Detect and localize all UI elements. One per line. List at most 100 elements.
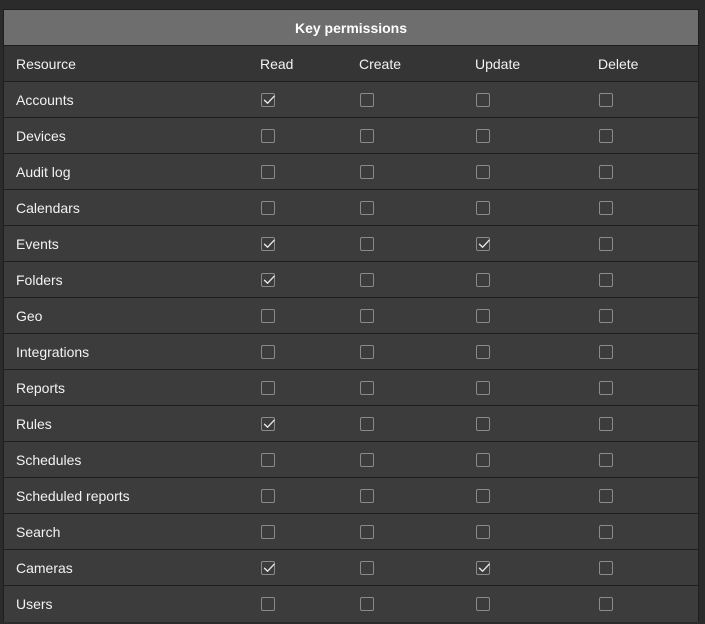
create-checkbox[interactable]: [360, 344, 374, 359]
update-checkbox-cell: [476, 334, 490, 369]
permissions-panel: Key permissions Resource Read Create Upd…: [3, 9, 699, 622]
update-checkbox-cell: [476, 262, 490, 297]
create-checkbox[interactable]: [360, 200, 374, 215]
read-checkbox[interactable]: [261, 380, 275, 395]
delete-checkbox-cell: [599, 586, 613, 622]
delete-checkbox[interactable]: [599, 200, 613, 215]
update-checkbox[interactable]: [476, 128, 490, 143]
resource-label: Calendars: [16, 199, 80, 216]
read-checkbox-cell: [261, 478, 275, 513]
delete-checkbox[interactable]: [599, 488, 613, 503]
update-checkbox[interactable]: [476, 524, 490, 539]
create-checkbox[interactable]: [360, 164, 374, 179]
create-checkbox-cell: [360, 550, 374, 585]
table-row: Geo: [4, 298, 698, 334]
delete-checkbox-cell: [599, 478, 613, 513]
update-checkbox[interactable]: [476, 92, 490, 107]
create-checkbox[interactable]: [360, 524, 374, 539]
column-header-resource: Resource: [16, 55, 76, 72]
read-checkbox[interactable]: [261, 200, 275, 215]
read-checkbox[interactable]: [261, 344, 275, 359]
check-icon: [263, 419, 275, 428]
update-checkbox[interactable]: [476, 452, 490, 467]
update-checkbox-cell: [476, 478, 490, 513]
read-checkbox[interactable]: [261, 308, 275, 323]
delete-checkbox-cell: [599, 406, 613, 441]
read-checkbox[interactable]: [261, 236, 275, 251]
read-checkbox[interactable]: [261, 128, 275, 143]
resource-label: Accounts: [16, 91, 74, 108]
check-icon: [263, 95, 275, 104]
table-row: Schedules: [4, 442, 698, 478]
create-checkbox[interactable]: [360, 236, 374, 251]
read-checkbox-cell: [261, 118, 275, 153]
delete-checkbox[interactable]: [599, 560, 613, 575]
update-checkbox[interactable]: [476, 416, 490, 431]
delete-checkbox[interactable]: [599, 308, 613, 323]
delete-checkbox-cell: [599, 262, 613, 297]
create-checkbox-cell: [360, 118, 374, 153]
delete-checkbox[interactable]: [599, 128, 613, 143]
create-checkbox[interactable]: [360, 560, 374, 575]
read-checkbox[interactable]: [261, 416, 275, 431]
delete-checkbox[interactable]: [599, 344, 613, 359]
create-checkbox[interactable]: [360, 488, 374, 503]
read-checkbox-cell: [261, 154, 275, 189]
read-checkbox[interactable]: [261, 488, 275, 503]
table-row: Audit log: [4, 154, 698, 190]
read-checkbox[interactable]: [261, 164, 275, 179]
create-checkbox[interactable]: [360, 452, 374, 467]
read-checkbox[interactable]: [261, 92, 275, 107]
update-checkbox[interactable]: [476, 164, 490, 179]
delete-checkbox-cell: [599, 370, 613, 405]
check-icon: [263, 239, 275, 248]
delete-checkbox[interactable]: [599, 92, 613, 107]
update-checkbox[interactable]: [476, 488, 490, 503]
resource-label: Reports: [16, 379, 66, 396]
create-checkbox-cell: [360, 334, 374, 369]
delete-checkbox[interactable]: [599, 380, 613, 395]
update-checkbox[interactable]: [476, 380, 490, 395]
read-checkbox[interactable]: [261, 452, 275, 467]
column-header-delete: Delete: [598, 55, 639, 72]
update-checkbox-cell: [476, 226, 490, 261]
delete-checkbox[interactable]: [599, 524, 613, 539]
column-header-create: Create: [359, 55, 402, 72]
read-checkbox-cell: [261, 406, 275, 441]
delete-checkbox[interactable]: [599, 416, 613, 431]
read-checkbox[interactable]: [261, 597, 275, 611]
update-checkbox-cell: [476, 298, 490, 333]
resource-label: Schedules: [16, 451, 82, 468]
update-checkbox[interactable]: [476, 200, 490, 215]
table-header-row: Resource Read Create Update Delete: [4, 46, 698, 82]
create-checkbox[interactable]: [360, 380, 374, 395]
create-checkbox-cell: [360, 442, 374, 477]
create-checkbox[interactable]: [360, 597, 374, 611]
resource-label: Search: [16, 523, 61, 540]
read-checkbox[interactable]: [261, 524, 275, 539]
create-checkbox[interactable]: [360, 308, 374, 323]
delete-checkbox[interactable]: [599, 597, 613, 611]
update-checkbox[interactable]: [476, 272, 490, 287]
update-checkbox[interactable]: [476, 560, 490, 575]
read-checkbox[interactable]: [261, 560, 275, 575]
delete-checkbox-cell: [599, 154, 613, 189]
delete-checkbox[interactable]: [599, 272, 613, 287]
create-checkbox-cell: [360, 514, 374, 549]
update-checkbox[interactable]: [476, 236, 490, 251]
update-checkbox[interactable]: [476, 344, 490, 359]
delete-checkbox-cell: [599, 442, 613, 477]
delete-checkbox[interactable]: [599, 164, 613, 179]
create-checkbox[interactable]: [360, 128, 374, 143]
delete-checkbox[interactable]: [599, 236, 613, 251]
delete-checkbox[interactable]: [599, 452, 613, 467]
update-checkbox[interactable]: [476, 308, 490, 323]
panel-title: Key permissions: [4, 10, 698, 46]
read-checkbox-cell: [261, 262, 275, 297]
create-checkbox[interactable]: [360, 92, 374, 107]
read-checkbox[interactable]: [261, 272, 275, 287]
create-checkbox[interactable]: [360, 272, 374, 287]
update-checkbox[interactable]: [476, 597, 490, 611]
create-checkbox-cell: [360, 154, 374, 189]
create-checkbox[interactable]: [360, 416, 374, 431]
